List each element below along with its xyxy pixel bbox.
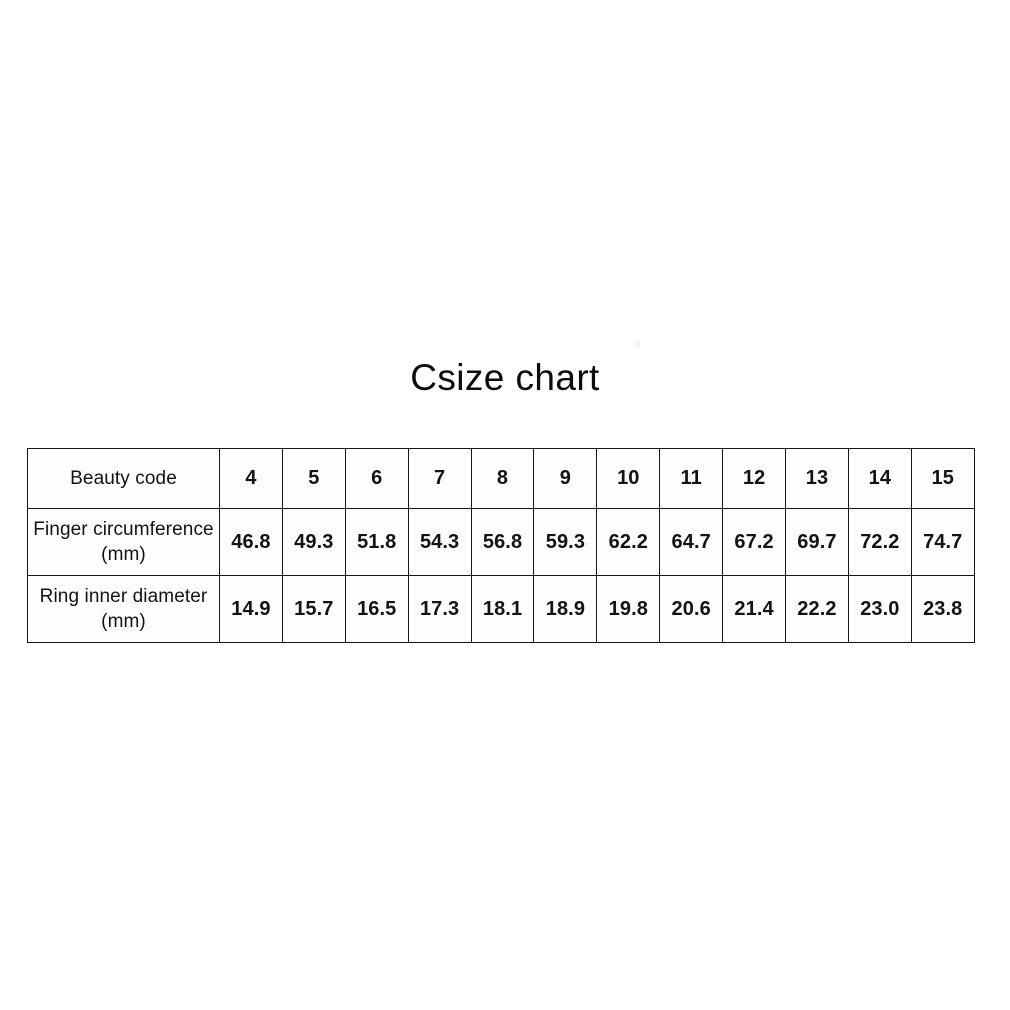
row-label-line-2: (mm) [101, 544, 146, 565]
row-label-beauty-code: Beauty code [27, 448, 220, 509]
table-row-beauty-code: Beauty code 4 5 6 7 8 9 10 11 12 13 14 1… [27, 448, 975, 509]
page-title: Csize chart [410, 357, 600, 398]
table-cell: 54.3 [407, 508, 472, 576]
row-label-line-1: Beauty code [70, 468, 177, 489]
table-cell: 49.3 [281, 508, 346, 576]
row-label-ring-inner-diameter: Ring inner diameter (mm) [27, 575, 220, 643]
table-cell: 15.7 [281, 575, 346, 643]
table-row-finger-circumference: Finger circumference (mm) 46.8 49.3 51.8… [27, 508, 975, 576]
table-cell: 13 [785, 448, 849, 509]
table-cell: 22.2 [785, 575, 849, 643]
table-cell: 74.7 [910, 508, 975, 576]
table-cell: 59.3 [533, 508, 598, 576]
table-cell: 46.8 [219, 508, 283, 576]
table-cell: 5 [281, 448, 346, 509]
table-cell: 15 [910, 448, 975, 509]
table-cell: 6 [344, 448, 409, 509]
table-cell: 14 [847, 448, 912, 509]
row-label-finger-circumference: Finger circumference (mm) [27, 508, 220, 576]
table-cell: 8 [470, 448, 535, 509]
row-label-line-1: Finger circumference [33, 519, 214, 540]
table-cell: 23.0 [847, 575, 912, 643]
table-cell: 20.6 [659, 575, 724, 643]
table-cell: 18.1 [470, 575, 535, 643]
table-cell: 72.2 [847, 508, 912, 576]
table-cell: 17.3 [407, 575, 472, 643]
table-cell: 51.8 [344, 508, 409, 576]
table-cell: 67.2 [722, 508, 787, 576]
table-cell: 69.7 [785, 508, 849, 576]
table-cell: 14.9 [219, 575, 283, 643]
table-cell: 21.4 [722, 575, 787, 643]
table-cell: 64.7 [659, 508, 724, 576]
row-label-line-2: (mm) [101, 611, 146, 632]
row-label-line-1: Ring inner diameter [39, 586, 208, 607]
table-cell: 56.8 [470, 508, 535, 576]
table-cell: 16.5 [344, 575, 409, 643]
table-cell: 18.9 [533, 575, 598, 643]
table-cell: 62.2 [596, 508, 661, 576]
table-cell: 12 [722, 448, 787, 509]
ring-size-chart-table: Beauty code 4 5 6 7 8 9 10 11 12 13 14 1… [27, 448, 975, 643]
image-artifact-speck [635, 341, 640, 347]
table-cell: 4 [219, 448, 283, 509]
table-cell: 23.8 [910, 575, 975, 643]
page-canvas: Csize chart Beauty code 4 5 6 7 8 9 10 1… [0, 0, 1010, 1010]
table-row-ring-inner-diameter: Ring inner diameter (mm) 14.9 15.7 16.5 … [27, 575, 975, 643]
table-cell: 10 [596, 448, 661, 509]
table-cell: 9 [533, 448, 598, 509]
table-cell: 11 [659, 448, 724, 509]
table-cell: 19.8 [596, 575, 661, 643]
table-cell: 7 [407, 448, 472, 509]
